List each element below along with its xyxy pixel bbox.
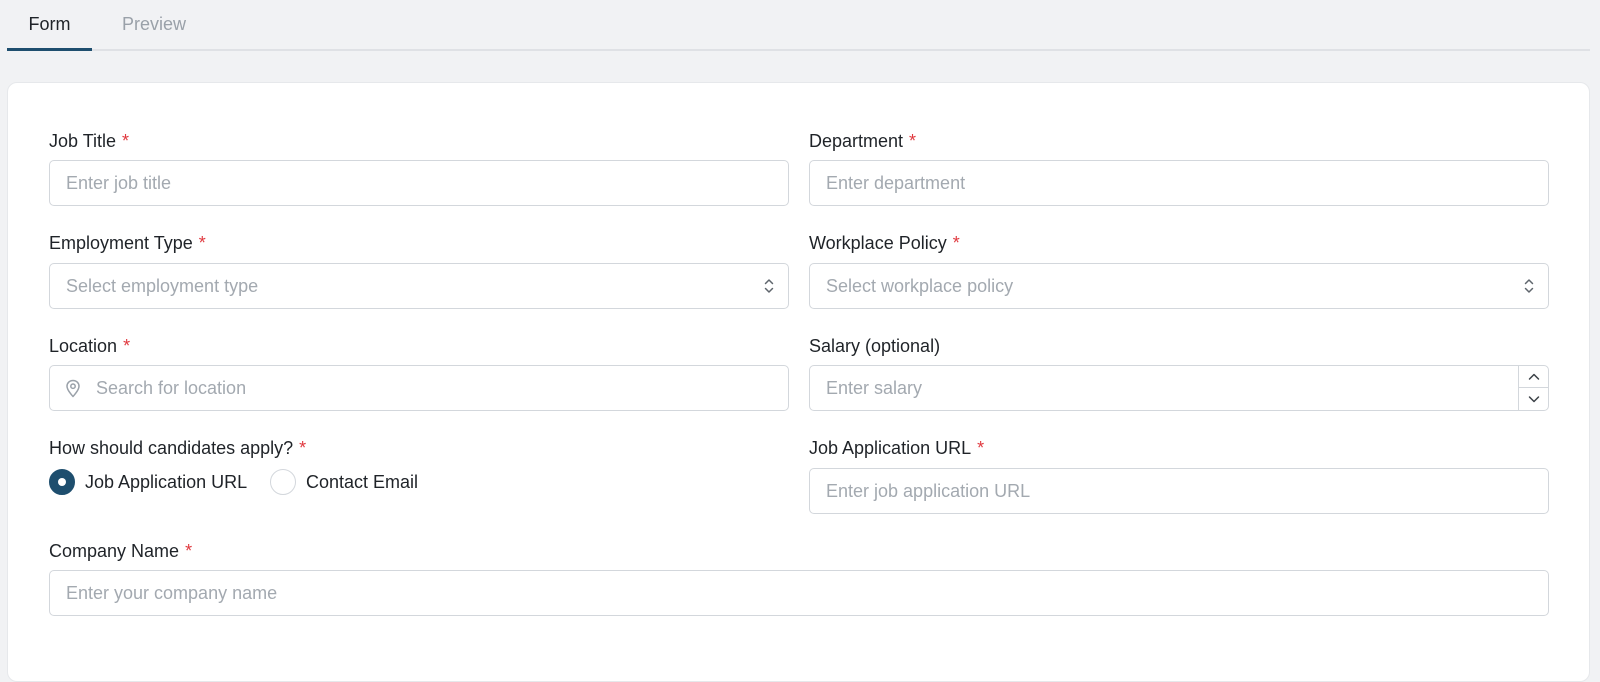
chevron-up-down-icon: [764, 279, 774, 293]
department-input[interactable]: [810, 161, 1548, 205]
required-marker: *: [977, 438, 985, 458]
company-name-label: Company Name *: [49, 539, 192, 563]
job-title-input[interactable]: [50, 161, 788, 205]
job-title-label-text: Job Title: [49, 131, 117, 151]
job-title-label: Job Title *: [49, 129, 129, 153]
job-application-url-label-text: Job Application URL: [809, 438, 972, 458]
job-form-card: Job Title* Department* Employment Type* …: [7, 82, 1590, 682]
decrement-button[interactable]: [1519, 388, 1548, 410]
job-application-url-input[interactable]: [810, 469, 1548, 513]
tab-preview[interactable]: Preview: [104, 0, 204, 51]
radio-button-selected[interactable]: [49, 469, 75, 495]
workplace-policy-label: Workplace Policy *: [809, 231, 960, 255]
chevron-down-icon: [1528, 396, 1540, 403]
required-marker: *: [909, 131, 917, 151]
company-name-field[interactable]: [49, 570, 1549, 616]
radio-label: Contact Email: [306, 472, 419, 492]
department-label: Department *: [809, 129, 916, 153]
location-field[interactable]: [49, 365, 789, 411]
location-label: Location *: [49, 334, 130, 358]
required-marker: *: [123, 336, 131, 356]
tab-bar: Form Preview: [7, 0, 1590, 51]
workplace-policy-select[interactable]: Select workplace policy: [809, 263, 1549, 309]
salary-input[interactable]: [810, 366, 1518, 410]
apply-method-label: How should candidates apply? *: [49, 436, 306, 460]
company-name-label-text: Company Name: [49, 541, 180, 561]
required-marker: *: [122, 131, 130, 151]
increment-button[interactable]: [1519, 366, 1548, 388]
radio-job-application-url[interactable]: Job Application URL: [49, 468, 249, 496]
apply-method-label-text: How should candidates apply?: [49, 438, 294, 458]
salary-field[interactable]: [809, 365, 1549, 411]
chevron-up-down-icon: [1524, 279, 1534, 293]
job-application-url-field[interactable]: [809, 468, 1549, 514]
location-search-input[interactable]: [50, 366, 788, 410]
employment-type-select[interactable]: Select employment type: [49, 263, 789, 309]
employment-type-placeholder: Select employment type: [66, 276, 259, 296]
department-field[interactable]: [809, 160, 1549, 206]
required-marker: *: [185, 541, 193, 561]
required-marker: *: [952, 233, 960, 253]
company-name-input[interactable]: [50, 571, 1548, 615]
tab-form[interactable]: Form: [7, 0, 92, 51]
employment-type-label-text: Employment Type: [49, 233, 193, 253]
salary-stepper: [1518, 366, 1548, 410]
employment-type-label: Employment Type *: [49, 231, 206, 255]
radio-label: Job Application URL: [85, 472, 248, 492]
location-label-text: Location: [49, 336, 118, 356]
workplace-policy-placeholder: Select workplace policy: [826, 276, 1014, 296]
chevron-up-icon: [1528, 373, 1540, 380]
salary-label-text: Salary (optional): [809, 336, 941, 356]
workplace-policy-label-text: Workplace Policy: [809, 233, 947, 253]
salary-label: Salary (optional): [809, 334, 940, 358]
job-application-url-label: Job Application URL *: [809, 436, 984, 460]
required-marker: *: [299, 438, 307, 458]
department-label-text: Department: [809, 131, 904, 151]
required-marker: *: [198, 233, 206, 253]
radio-contact-email[interactable]: Contact Email: [270, 468, 430, 496]
job-title-field[interactable]: [49, 160, 789, 206]
radio-button[interactable]: [270, 469, 296, 495]
